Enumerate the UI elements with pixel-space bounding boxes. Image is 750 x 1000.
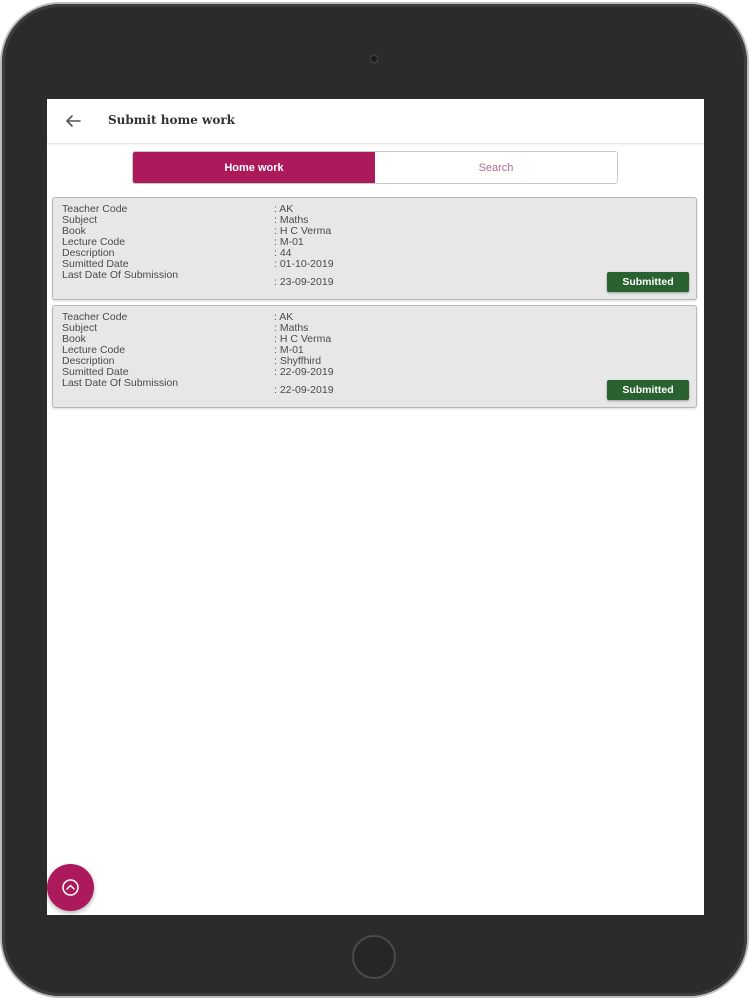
tab-home-work[interactable]: Home work (133, 152, 375, 183)
home-button[interactable] (352, 935, 396, 979)
back-button[interactable] (61, 109, 85, 133)
last-date-value: : 22-09-2019 (274, 384, 334, 396)
homework-card[interactable]: Teacher Code Subject Book Lecture Code D… (52, 305, 697, 408)
homework-card[interactable]: Teacher Code Subject Book Lecture Code D… (52, 197, 697, 300)
last-date-label: Last Date Of Submission (62, 377, 179, 389)
last-date-value: : 23-09-2019 (274, 276, 334, 288)
page-title: Submit home work (108, 113, 235, 127)
tab-search[interactable]: Search (375, 152, 617, 183)
status-badge: Submitted (607, 380, 689, 400)
status-badge: Submitted (607, 272, 689, 292)
submitted-date-value: : 22-09-2019 (274, 366, 334, 378)
arrow-left-icon (61, 109, 85, 133)
scroll-top-button[interactable] (47, 864, 94, 911)
submitted-date-value: : 01-10-2019 (274, 258, 334, 270)
app-header: Submit home work (47, 99, 704, 144)
camera-dot (369, 54, 379, 64)
tab-bar: Home work Search (132, 151, 618, 184)
app-screen: Submit home work Home work Search Teache… (47, 99, 704, 915)
last-date-label: Last Date Of Submission (62, 269, 179, 281)
tablet-frame: Submit home work Home work Search Teache… (2, 4, 747, 996)
